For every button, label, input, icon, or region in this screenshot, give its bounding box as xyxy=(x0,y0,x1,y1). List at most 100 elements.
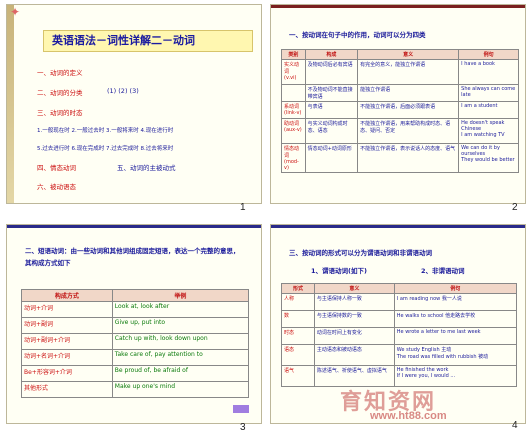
class-numbers: (1) (2) (3) xyxy=(107,87,139,95)
decor-icon: ✦ xyxy=(10,5,21,19)
item-definition: 一、动词的定义 xyxy=(37,69,83,77)
table-cell: 与主语保持人称一致 xyxy=(313,293,395,311)
slide-heading: 三、按动词的形式可以分为谓语动词和非谓语动词 xyxy=(289,249,432,257)
slide-number: 2 xyxy=(512,202,518,213)
table-cell: 动词+副词+介词 xyxy=(21,333,113,350)
slide-thumbnail-2[interactable]: 一、按动词在句子中的作用，动词可以分为四类 类别 构成 意义 例句 实义动词 (… xyxy=(270,4,526,204)
table-cell: She always can come late xyxy=(458,84,519,102)
table-cell: He wrote a letter to me last week xyxy=(393,327,518,345)
slide-heading: 一、按动词在句子中的作用，动词可以分为四类 xyxy=(289,31,426,39)
table-cell: 动词+副词 xyxy=(21,317,113,334)
table-cell: 时态 xyxy=(281,327,315,345)
col-header: 例句 xyxy=(393,283,518,294)
table-cell: 动词在时间上有变化 xyxy=(313,327,395,345)
table-cell: 不及物动词不能直接带宾语 xyxy=(304,84,359,102)
col-header: 构成 xyxy=(304,49,359,60)
table-cell: I am a student xyxy=(458,101,519,119)
col-header: 类别 xyxy=(281,49,306,60)
slide-stripe xyxy=(7,5,14,203)
col-header: 构成方式 xyxy=(21,289,113,302)
slide-number: 3 xyxy=(240,422,246,433)
table-cell: I am reading now 我一人说 xyxy=(393,293,518,311)
table-cell: 动词+名词+介词 xyxy=(21,349,113,366)
table-cell: He doesn't speak Chinese I am watching T… xyxy=(458,118,519,144)
item-modal: 四、情态动词 xyxy=(37,164,76,172)
table-row: 语态 主动语态和被动语态 We study English 主动 The road … xyxy=(281,344,518,366)
slide-number: 1 xyxy=(240,202,246,213)
watermark-url: www.ht88.com xyxy=(370,410,447,422)
corner-decoration xyxy=(233,405,249,413)
table-row: 情态动词 (mod-v) 情态动词+动词原形 不能独立作谓语，表示说话人的态度、… xyxy=(281,143,519,173)
table-row: 数与主语保持数的一致 He walks to school 他走路去学校 xyxy=(281,310,518,328)
slide-title: 英语语法－词性详解二－动词 xyxy=(43,30,253,52)
table-cell: Look at, look after xyxy=(111,301,250,318)
item-passive: 六、被动语态 xyxy=(37,183,76,191)
table-cell: 不能独立作谓语，后面必须跟表语 xyxy=(357,101,460,119)
table-cell: 情态动词+动词原形 xyxy=(304,143,359,173)
table-cell: 与主语保持数的一致 xyxy=(313,310,395,328)
table-cell: He walks to school 他走路去学校 xyxy=(393,310,518,328)
table-cell: 数 xyxy=(281,310,315,328)
table-row: 动词+名词+介词 Take care of, pay attention to xyxy=(21,349,250,366)
table-cell: 有完全的意义，能独立作谓语 xyxy=(357,59,460,85)
table-cell: Be+形容词+介词 xyxy=(21,365,113,382)
verb-category-table: 类别 构成 意义 例句 实义动词 (v.vi) 及物动词后必有宾语 有完全的意义… xyxy=(281,49,519,173)
col-header: 例句 xyxy=(458,49,519,60)
table-cell: 情态动词 (mod-v) xyxy=(281,143,306,173)
table-cell: 语态 xyxy=(281,344,315,366)
table-cell: 不能独立作谓语，用来帮助构成时态、语态、疑问、否定 xyxy=(357,118,460,144)
table-cell: We study English 主动 The road was filled … xyxy=(393,344,518,366)
table-cell: 主动语态和被动语态 xyxy=(313,344,395,366)
tense-row-1: 1.一般现在时 2.一般过去时 3.一般将来时 4.现在进行时 xyxy=(37,128,174,134)
subheading-finite: 1、谓语动词(如下) xyxy=(311,267,367,275)
item-classification: 二、动词的分类 xyxy=(37,89,83,97)
slide-topbar xyxy=(271,5,525,8)
table-cell xyxy=(281,84,306,102)
table-cell: Give up, put into xyxy=(111,317,250,334)
col-header: 意义 xyxy=(313,283,395,294)
table-cell: 实义动词 (v.vi) xyxy=(281,59,306,85)
table-cell: Catch up with, look down upon xyxy=(111,333,250,350)
table-cell: 及物动词后必有宾语 xyxy=(304,59,359,85)
table-row: 动词+介词 Look at, look after xyxy=(21,301,250,318)
slide-heading: 二、短语动词：由一些动词和其他词组成固定短语，表达一个完整的意思，其构成方式如下 xyxy=(25,247,240,267)
table-row: 动词+副词+介词 Catch up with, look down upon xyxy=(21,333,250,350)
table-cell: 与表语 xyxy=(304,101,359,119)
table-row: 动词+副词 Give up, put into xyxy=(21,317,250,334)
table-cell: Make up one's mind xyxy=(111,381,250,398)
table-row: 系动词 (link-v) 与表语 不能独立作谓语，后面必须跟表语 I am a … xyxy=(281,101,519,119)
table-cell: 人称 xyxy=(281,293,315,311)
table-cell: I have a book xyxy=(458,59,519,85)
table-row: 实义动词 (v.vi) 及物动词后必有宾语 有完全的意义，能独立作谓语 I ha… xyxy=(281,59,519,85)
table-cell: Take care of, pay attention to xyxy=(111,349,250,366)
finite-verb-table: 形式 意义 例句 人称 与主语保持人称一致 I am reading now 我一人… xyxy=(281,283,518,387)
table-cell: 与实义动词构成时态、语态 xyxy=(304,118,359,144)
item-voice-form: 五、动词的主被动式 xyxy=(117,164,176,172)
table-row: 不及物动词不能直接带宾语 能独立作谓语 She always can come … xyxy=(281,84,519,102)
table-cell: 动词+介词 xyxy=(21,301,113,318)
table-cell: Be proud of, be afraid of xyxy=(111,365,250,382)
slide-thumbnail-1[interactable]: ✦ 英语语法－词性详解二－动词 一、动词的定义 二、动词的分类 (1) (2) … xyxy=(6,4,262,204)
tense-row-2: 5.过去进行时 6.现在完成时 7.过去完成时 8.过去将来时 xyxy=(37,146,174,152)
slide-number: 4 xyxy=(512,420,518,431)
table-cell: 系动词 (link-v) xyxy=(281,101,306,119)
table-row: Be+形容词+介词 Be proud of, be afraid of xyxy=(21,365,250,382)
slide-topbar xyxy=(7,225,261,228)
table-cell: 其他形式 xyxy=(21,381,113,398)
col-header: 形式 xyxy=(281,283,315,294)
table-cell: 语气 xyxy=(281,365,315,387)
table-cell: 能独立作谓语 xyxy=(357,84,460,102)
table-cell: 不能独立作谓语，表示说话人的态度、语气 xyxy=(357,143,460,173)
slide-thumbnail-3[interactable]: 二、短语动词：由一些动词和其他词组成固定短语，表达一个完整的意思，其构成方式如下… xyxy=(6,224,262,424)
table-cell: 助动词 (aux-v) xyxy=(281,118,306,144)
slide-topbar xyxy=(271,225,525,228)
subheading-nonfinite: 2、非谓语动词 xyxy=(421,267,465,275)
table-row: 时态 动词在时间上有变化 He wrote a letter to me last … xyxy=(281,327,518,345)
phrasal-verb-table: 构成方式 举例 动词+介词 Look at, look after 动词+副词 Gi… xyxy=(21,289,250,398)
table-row: 人称 与主语保持人称一致 I am reading now 我一人说 xyxy=(281,293,518,311)
item-tense: 三、动词的时态 xyxy=(37,109,83,117)
col-header: 意义 xyxy=(357,49,460,60)
col-header: 举例 xyxy=(111,289,250,302)
table-row: 助动词 (aux-v) 与实义动词构成时态、语态 不能独立作谓语，用来帮助构成时… xyxy=(281,118,519,144)
table-row: 其他形式 Make up one's mind xyxy=(21,381,250,398)
